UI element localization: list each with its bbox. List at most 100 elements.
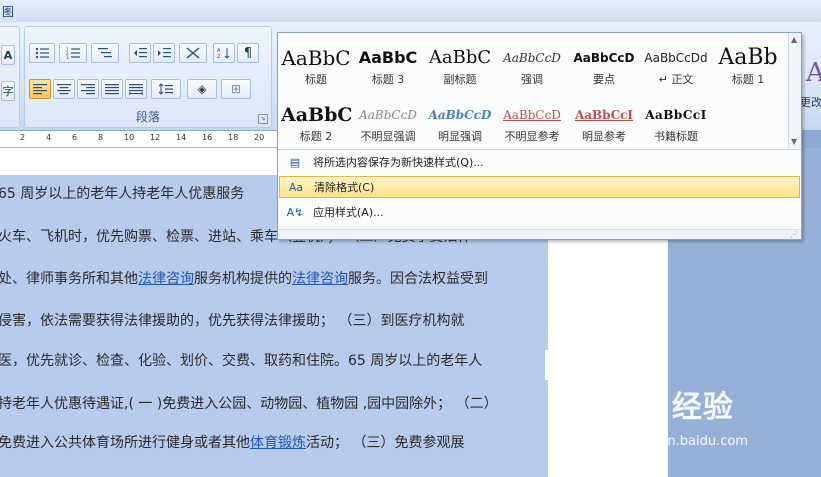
line-spacing-button[interactable] [151,79,181,99]
quick-styles-dropdown: AaBbC 标题 AaBbC 标题 3 AaBbC 副标题 AaBbCcD 强调 AaBbCcD… [277,32,802,240]
scroll-down-icon[interactable]: ▼ [791,137,797,146]
page-edge [545,350,550,380]
style-tile-normal[interactable]: AaBbCcDd ↵ 正文 [641,37,711,90]
style-tile-intense[interactable]: AaBbCcD 明显强调 [425,94,495,147]
hyperlink[interactable]: 法律咨询 [138,271,194,287]
style-name: 要点 [593,73,615,86]
text-run: 侵害，依法需要获得法律援助的，优先获得法律援助； （三）到医疗机构就 [0,313,465,329]
increase-indent-button[interactable] [153,43,175,63]
numbering-button[interactable]: 123 [59,43,87,63]
document-line: 持老年人优惠待遇证,( 一 )免费进入公园、动物园、植物园 ,园中园除外； （二… [0,393,498,413]
decrease-indent-button[interactable] [129,43,151,63]
style-name: 强调 [521,73,543,86]
shading-button[interactable]: ◈ [187,79,217,99]
ruler-tick: 2 [20,133,26,142]
text-run: 服务。因合法权益受到 [348,271,488,287]
style-tile-subtitle[interactable]: AaBbC 副标题 [425,37,495,90]
title-text: 图 [2,5,15,19]
gallery-scrollbar[interactable]: ▲ ▼ [788,33,801,148]
style-sample: AaBbCcD [359,108,417,122]
paragraph-dialog-launcher[interactable]: ↘ [258,114,268,124]
clear-format-icon: Aa [288,180,304,194]
style-sample: AaBbC [428,47,492,68]
menu-item-label: 清除格式(C) [314,181,375,194]
document-line: 处、律师事务所和其他法律咨询服务机构提供的法律咨询服务。因合法权益受到 [0,268,488,288]
watermark-url: jingyan.baidu.com [628,434,748,449]
distributed-button[interactable] [125,79,147,99]
style-tile-subref[interactable]: AaBbCcD 不明显参考 [497,94,567,147]
style-tile-emph[interactable]: AaBbCcD 强调 [497,37,567,90]
style-tile-subtle[interactable]: AaBbCcD 不明显强调 [353,94,423,147]
grip-dots-icon: ⋰ [790,230,798,239]
asian-layout-icon [186,47,200,59]
document-line: 医，优先就诊、检查、化验、划价、交费、取药和住院。65 周岁以上的老年人 [0,350,482,370]
style-tile-h2[interactable]: AaBbC 标题 2 [281,94,351,147]
font-button-a[interactable]: A [1,45,15,65]
style-tile-strong[interactable]: AaBbCcD 要点 [569,37,639,90]
distributed-icon [129,84,143,95]
style-sample: AaBbCcDd [644,51,708,65]
style-name: 书籍标题 [654,130,698,143]
horizontal-ruler[interactable]: 246810121416182022 [0,131,290,148]
style-tile-h3[interactable]: AaBbC 标题 3 [353,37,423,90]
style-sample: AaBbCcI [645,108,707,122]
align-center-icon [57,84,71,95]
hyperlink[interactable]: 法律咨询 [292,271,348,287]
style-name: 不明显强调 [360,130,416,143]
style-tile-intref[interactable]: AaBbCcI 明显参考 [569,94,639,147]
style-sample: AaBbC [281,46,351,70]
style-name: 标题 [305,73,327,86]
change-styles-button[interactable]: A 更改 [800,58,821,138]
decrease-indent-icon [134,48,147,58]
menu-item-clear-formatting[interactable]: Aa 清除格式(C) [279,176,800,198]
style-tile-book[interactable]: AaBbCcI 书籍标题 [641,94,711,147]
text-run: 处、律师事务所和其他 [0,271,138,287]
increase-indent-icon [158,48,171,58]
sort-button[interactable]: AZ [213,43,235,63]
show-marks-button[interactable]: ¶ [237,43,259,63]
menu-item-save-as-quick-style[interactable]: ▤ 将所选内容保存为新快速样式(Q)... [279,151,800,173]
align-center-button[interactable] [53,79,75,99]
title-bar: 图 [0,0,821,23]
ruler-tick: 16 [202,133,213,142]
paragraph-group: 123 AZ ¶ ◈ ⊞ 段落 ↘ [24,26,272,128]
hyperlink[interactable]: 体育锻炼 [250,435,306,451]
font-button-b[interactable]: 字 [1,81,15,101]
style-tile-title[interactable]: AaBbC 标题 [281,37,351,90]
style-sample: AaBbC [358,48,418,67]
scroll-up-icon[interactable]: ▲ [791,35,797,44]
pilcrow-icon: ¶ [243,45,253,61]
ruler-tick: 18 [228,133,239,142]
ruler-tick: 6 [72,133,78,142]
style-name: 标题 2 [299,130,333,143]
align-right-button[interactable] [77,79,99,99]
paint-bucket-icon: ◈ [197,82,207,96]
ruler-tick: 12 [150,133,161,142]
style-sample: AaBb [718,45,778,70]
style-sample: AaBbCcD [573,51,635,65]
sort-icon: AZ [217,48,230,59]
borders-button[interactable]: ⊞ [221,79,251,99]
bullets-button[interactable] [29,43,55,63]
text-run: 活动； （三）免费参观展 [306,435,465,451]
menu-item-apply-styles[interactable]: A↯ 应用样式(A)... [279,201,800,223]
svg-text:Z: Z [217,54,221,59]
ruler-tick: 8 [98,133,104,142]
justify-button[interactable] [101,79,123,99]
menu-item-label: 应用样式(A)... [313,206,384,219]
resize-grip[interactable]: ⋰ [278,229,801,239]
text-run: 服务机构提供的 [194,271,292,287]
menu-item-label: 将所选内容保存为新快速样式(Q)... [313,156,484,169]
document-line: 65 周岁以上的老年人持老年人优惠服务 [0,183,244,203]
multilevel-list-button[interactable] [91,43,119,63]
save-style-icon: ▤ [289,155,301,169]
align-left-button[interactable] [29,79,51,99]
align-right-icon [81,84,95,95]
style-name: ↵ 正文 [658,73,694,86]
numbering-icon: 123 [66,47,80,59]
paragraph-group-label: 段落 [135,110,160,124]
style-tile-h1[interactable]: AaBb 标题 1 [713,37,783,90]
apply-style-icon: A↯ [286,205,304,219]
bullets-icon [35,47,49,59]
asian-layout-button[interactable] [179,43,207,63]
